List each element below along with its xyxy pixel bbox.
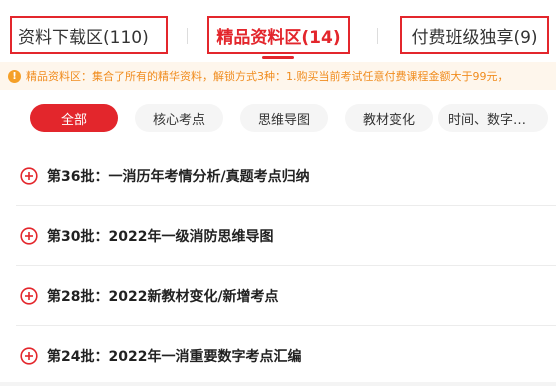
list-item[interactable]: 第28批：2022新教材变化/新增考点 <box>0 266 556 326</box>
list-item[interactable]: 第30批：2022年一级消防思维导图 <box>0 206 556 266</box>
tab-label: 资料下载区(110) <box>18 27 149 48</box>
expand-plus-icon[interactable] <box>20 347 38 365</box>
expand-plus-icon[interactable] <box>20 167 38 185</box>
tab-download-area[interactable]: 资料下载区(110) <box>10 16 168 54</box>
list-item-title: 第24批：2022年一消重要数字考点汇编 <box>47 349 302 365</box>
filter-chip-all[interactable]: 全部 <box>30 104 118 132</box>
expand-plus-icon[interactable] <box>20 227 38 245</box>
list-bottom-edge <box>0 382 556 386</box>
info-icon: ! <box>8 69 21 83</box>
list-item-title: 第28批：2022新教材变化/新增考点 <box>47 289 279 305</box>
tab-divider <box>187 28 188 44</box>
filter-chip-textbook-changes[interactable]: 教材变化 <box>345 104 433 132</box>
list-item-title: 第30批：2022年一级消防思维导图 <box>47 229 274 245</box>
filter-chip-mind-map[interactable]: 思维导图 <box>240 104 328 132</box>
tab-label: 精品资料区(14) <box>216 27 341 48</box>
filter-chip-time-numbers[interactable]: 时间、数字… <box>438 104 548 132</box>
resource-list: 第36批：一消历年考情分析/真题考点归纳 第30批：2022年一级消防思维导图 … <box>0 146 556 386</box>
expand-plus-icon[interactable] <box>20 287 38 305</box>
notice-text: 精品资料区：集合了所有的精华资料，解锁方式3种：1.购买当前考试任意付费课程金额… <box>26 70 509 83</box>
list-item[interactable]: 第36批：一消历年考情分析/真题考点归纳 <box>0 146 556 206</box>
tab-paid-class-area[interactable]: 付费班级独享(9) <box>400 16 549 54</box>
tab-divider <box>377 28 378 44</box>
tab-premium-area[interactable]: 精品资料区(14) <box>207 16 350 54</box>
notice-bar: ! 精品资料区：集合了所有的精华资料，解锁方式3种：1.购买当前考试任意付费课程… <box>0 62 556 90</box>
list-item-title: 第36批：一消历年考情分析/真题考点归纳 <box>47 169 310 185</box>
list-item[interactable]: 第24批：2022年一消重要数字考点汇编 <box>0 326 556 386</box>
page: 资料下载区(110) 精品资料区(14) 付费班级独享(9) ! 精品资料区：集… <box>0 0 556 386</box>
active-tab-indicator <box>262 56 294 59</box>
filter-chips: 全部 核心考点 思维导图 教材变化 时间、数字… <box>0 90 556 146</box>
filter-chip-core-points[interactable]: 核心考点 <box>135 104 223 132</box>
tab-bar: 资料下载区(110) 精品资料区(14) 付费班级独享(9) <box>0 0 556 62</box>
tab-label: 付费班级独享(9) <box>411 27 538 48</box>
